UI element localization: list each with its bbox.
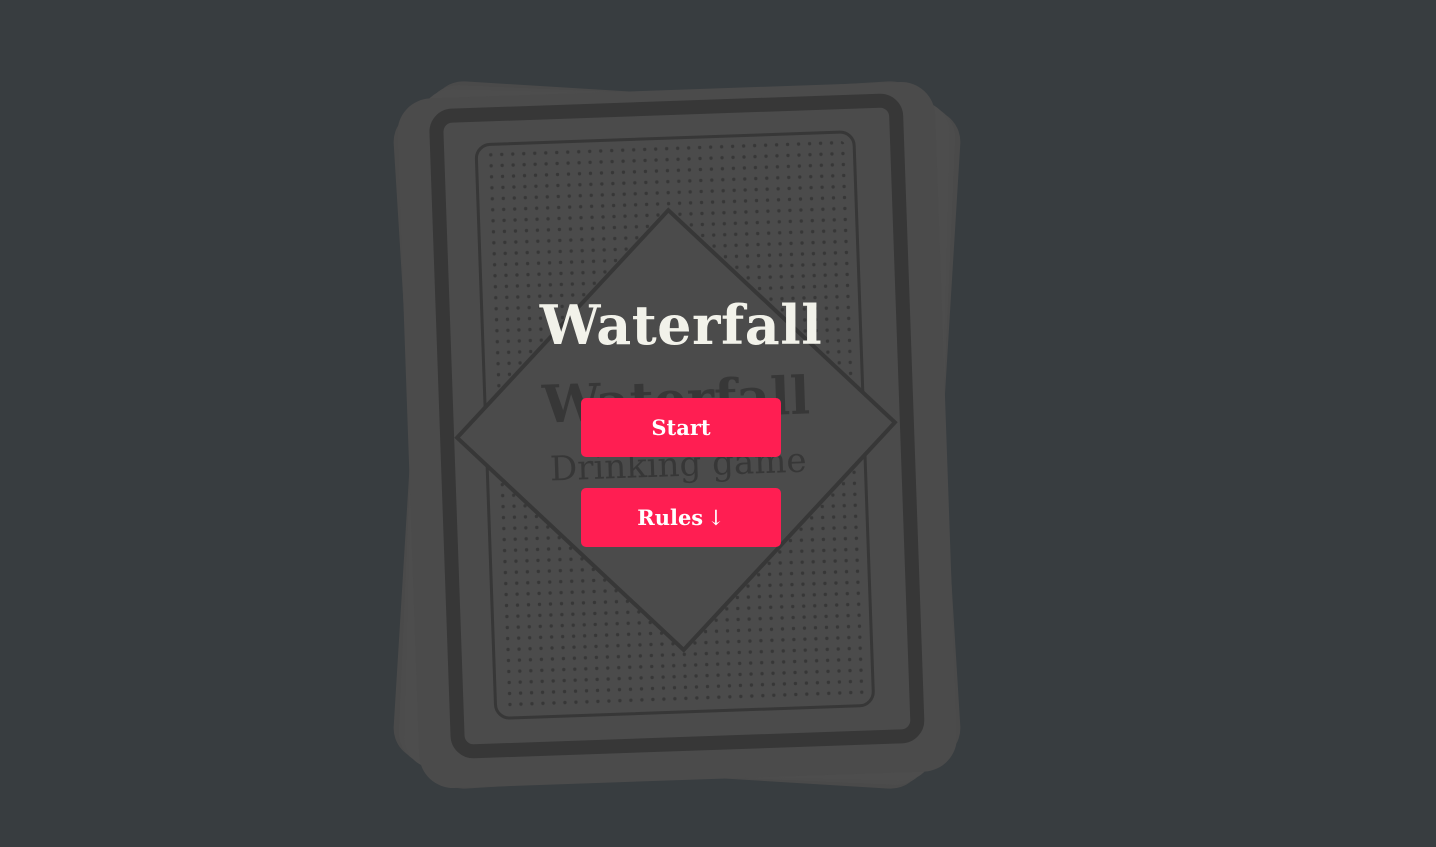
start-screen: Waterfall Drinking game Waterfall Start … [0, 0, 1436, 847]
menu-overlay: Waterfall Start Rules ↓ [0, 0, 1436, 847]
down-arrow-icon: ↓ [707, 506, 725, 530]
start-button[interactable]: Start [581, 398, 781, 457]
rules-button[interactable]: Rules ↓ [581, 488, 781, 547]
rules-button-label: Rules [637, 505, 704, 530]
start-button-label: Start [651, 415, 711, 440]
page-title: Waterfall [539, 293, 823, 357]
